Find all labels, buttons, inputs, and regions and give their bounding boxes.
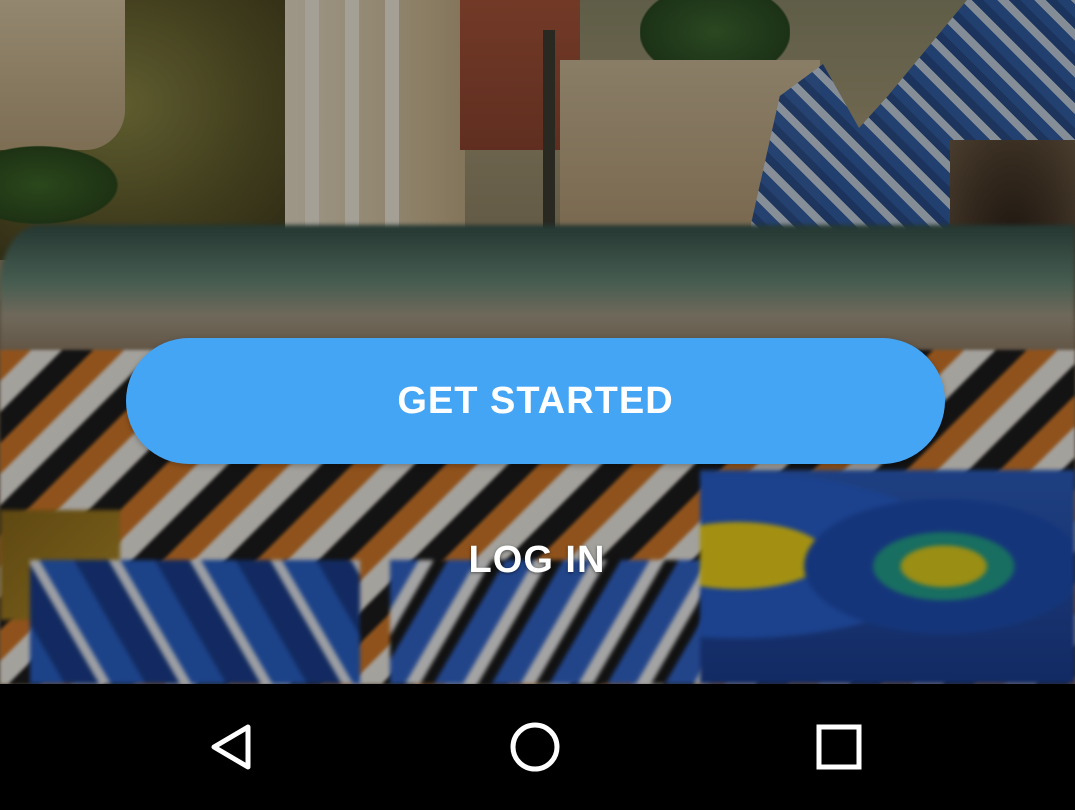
nav-recents-button[interactable] (779, 684, 899, 810)
nav-home-button[interactable] (475, 684, 595, 810)
system-navigation-bar (0, 684, 1075, 810)
log-in-button[interactable]: LOG IN (387, 520, 687, 600)
circle-home-icon (510, 722, 560, 772)
welcome-screen: GET STARTED LOG IN (0, 0, 1075, 810)
get-started-button[interactable]: GET STARTED (126, 338, 945, 464)
square-recents-icon (816, 724, 862, 770)
nav-back-button[interactable] (172, 684, 292, 810)
triangle-back-icon (211, 724, 251, 770)
